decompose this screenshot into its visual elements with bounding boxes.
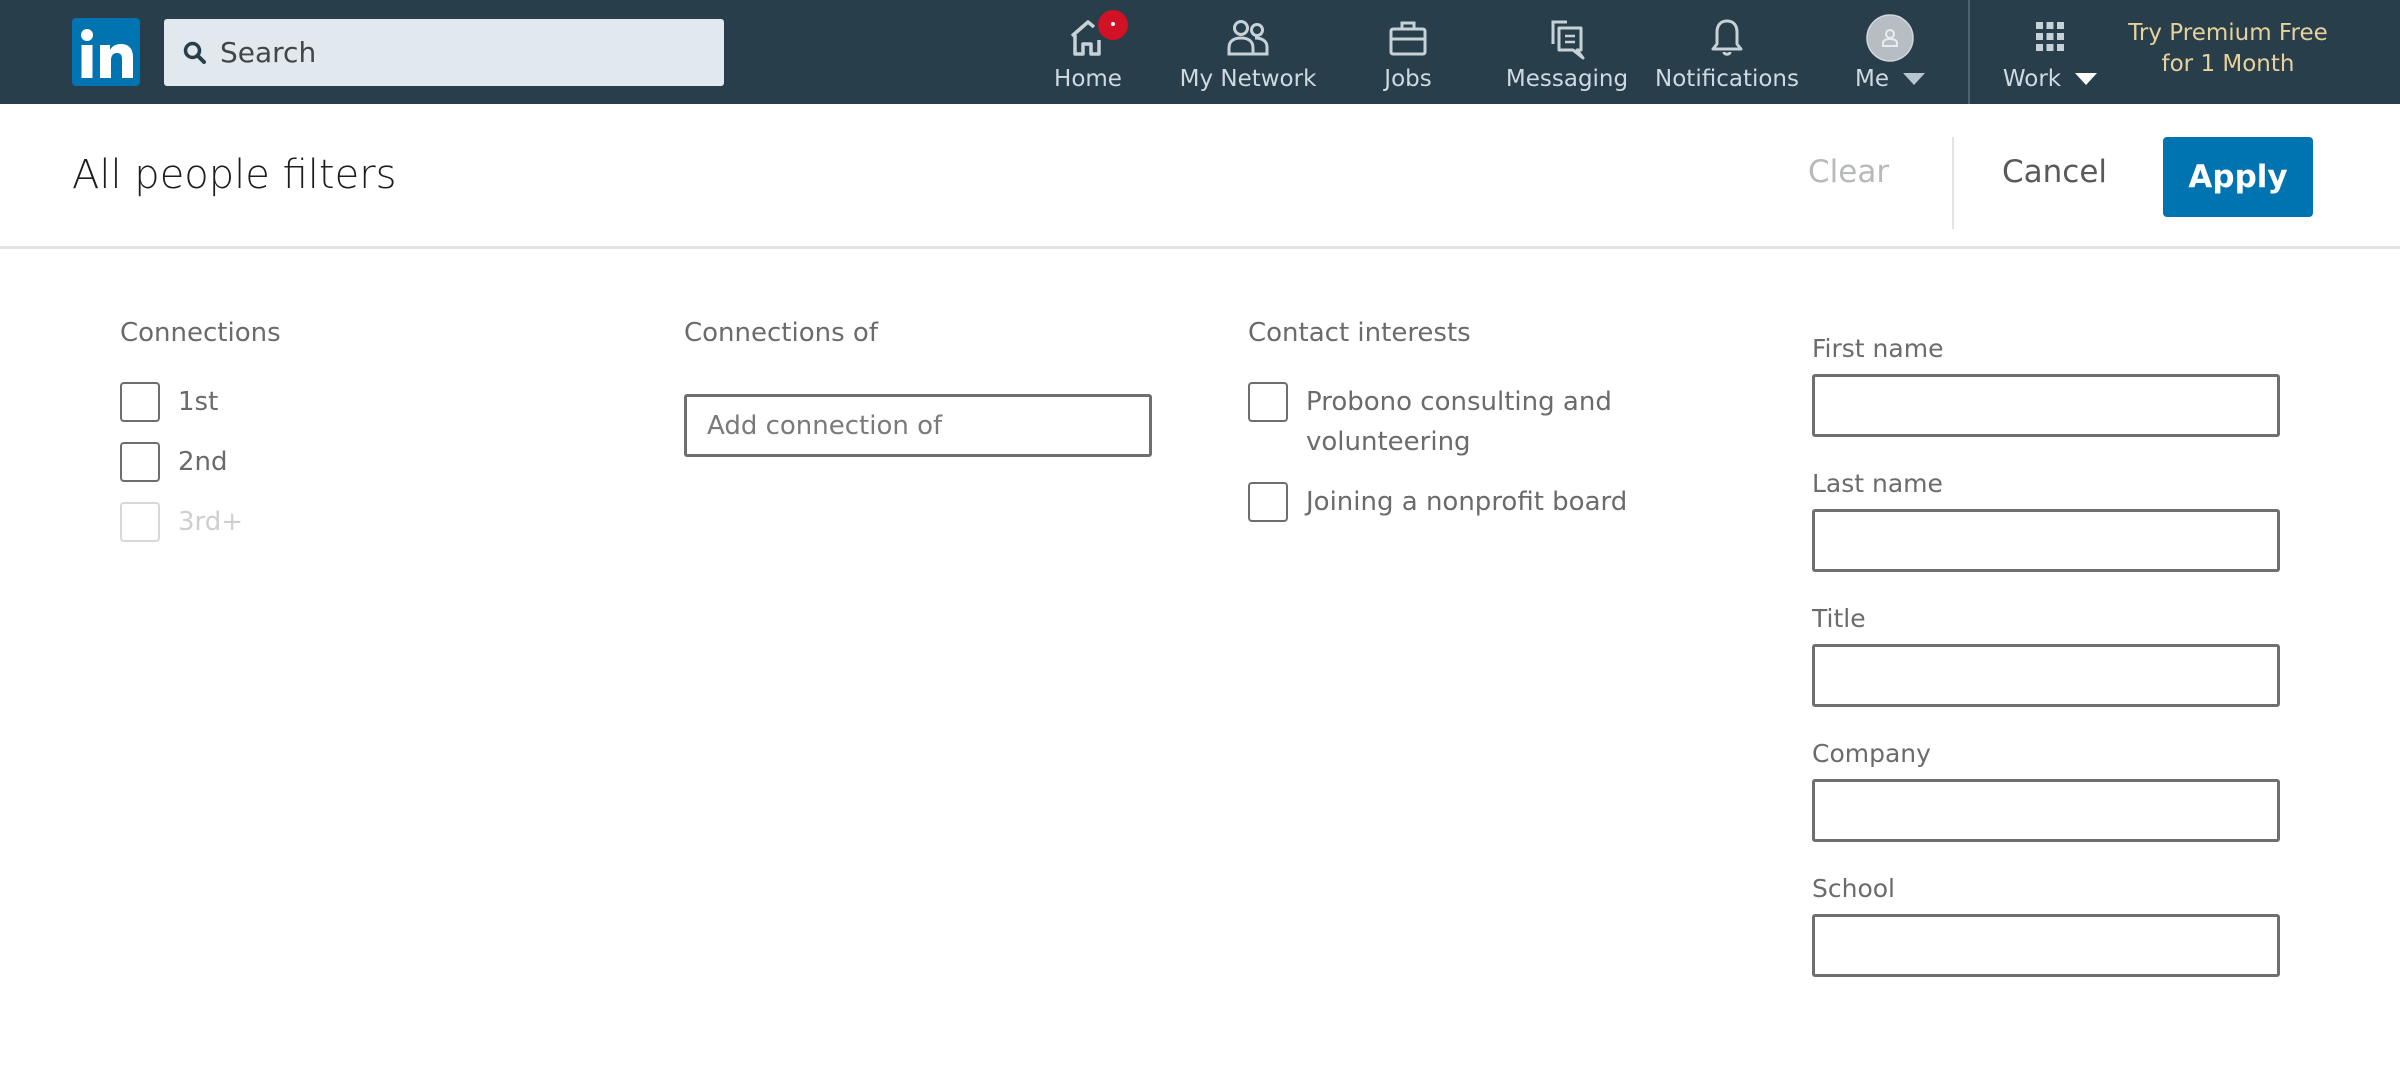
checkbox [120, 502, 160, 542]
premium-line-2: for 1 Month [2161, 51, 2295, 77]
grid-icon [2026, 14, 2074, 62]
nav-divider [1968, 0, 1970, 104]
school-input[interactable] [1812, 914, 2280, 977]
nav-item-messaging[interactable]: Messaging [1505, 14, 1629, 98]
checkbox[interactable] [1248, 382, 1288, 422]
connections-of-section: Connections of [684, 318, 1184, 457]
last-name-input[interactable] [1812, 509, 2280, 572]
checkbox-label: Joining a nonprofit board [1306, 487, 1628, 517]
checkbox-probono[interactable]: Probono consulting and volunteering [1248, 382, 1748, 462]
nav-item-me[interactable]: Me [1845, 14, 1935, 98]
nav-label: Home [1054, 66, 1122, 92]
nav-item-jobs[interactable]: Jobs [1372, 14, 1444, 98]
nav-label: Jobs [1384, 66, 1432, 92]
filters-header: All people filters Clear Cancel Apply [0, 104, 2400, 249]
nav-item-home[interactable]: Home [1052, 10, 1128, 98]
checkbox-3rd-plus: 3rd+ [120, 502, 620, 542]
checkbox-label: 1st [178, 387, 219, 417]
global-nav: Home My Network Jobs [0, 0, 2400, 104]
search-box[interactable] [164, 19, 724, 86]
section-label: Connections [120, 318, 281, 348]
contact-interests-section: Contact interests Probono consulting and… [1248, 318, 1748, 522]
connections-of-input[interactable] [684, 394, 1152, 457]
chevron-down-icon [1903, 73, 1925, 85]
cancel-button[interactable]: Cancel [2002, 154, 2107, 190]
checkbox-label: 3rd+ [178, 507, 244, 537]
keyword-fields-section: First name Last name Title Company Schoo… [1812, 334, 2312, 1009]
header-divider [1952, 137, 1954, 229]
checkbox-label: 2nd [178, 447, 228, 477]
chevron-down-icon [2075, 73, 2098, 85]
section-label: Contact interests [1248, 318, 1471, 348]
work-label: Work [2002, 66, 2062, 92]
first-name-label: First name [1812, 334, 1944, 363]
premium-line-1: Try Premium Free [2128, 20, 2328, 46]
nav-label: Notifications [1655, 66, 1799, 92]
clear-button[interactable]: Clear [1808, 154, 1889, 190]
section-label: Connections of [684, 318, 878, 348]
page-title: All people filters [72, 152, 397, 198]
nav-item-my-network[interactable]: My Network [1178, 14, 1318, 98]
search-icon [183, 41, 206, 64]
nav-item-work[interactable]: Work [1995, 14, 2105, 98]
school-label: School [1812, 874, 1895, 903]
checkbox[interactable] [120, 382, 160, 422]
nav-label: Me [1855, 66, 1925, 92]
title-input[interactable] [1812, 644, 2280, 707]
notification-badge [1098, 10, 1128, 40]
search-input[interactable] [220, 36, 700, 69]
home-icon [1064, 10, 1128, 62]
linkedin-logo[interactable] [72, 18, 140, 86]
try-premium-link[interactable]: Try Premium Free for 1 Month [2118, 18, 2338, 80]
linkedin-logo-icon [81, 29, 133, 78]
nav-label: Work [2002, 66, 2098, 92]
messaging-icon [1543, 14, 1591, 62]
me-label: Me [1855, 66, 1889, 92]
avatar-icon [1866, 14, 1914, 62]
my-network-icon [1224, 14, 1272, 62]
checkbox-1st[interactable]: 1st [120, 382, 620, 422]
checkbox[interactable] [1248, 482, 1288, 522]
checkbox-label: Probono consulting and volunteering [1306, 387, 1612, 457]
title-label: Title [1812, 604, 1866, 633]
first-name-input[interactable] [1812, 374, 2280, 437]
connections-section: Connections 1st 2nd 3rd+ [120, 318, 620, 542]
checkbox[interactable] [120, 442, 160, 482]
nav-item-notifications[interactable]: Notifications [1655, 14, 1799, 98]
apply-button[interactable]: Apply [2163, 137, 2313, 217]
checkbox-nonprofit-board[interactable]: Joining a nonprofit board [1248, 482, 1748, 522]
last-name-label: Last name [1812, 469, 1943, 498]
nav-label: Messaging [1505, 66, 1629, 92]
jobs-briefcase-icon [1384, 14, 1432, 62]
company-label: Company [1812, 739, 1931, 768]
nav-label: My Network [1179, 66, 1317, 92]
notifications-bell-icon [1703, 14, 1751, 62]
checkbox-2nd[interactable]: 2nd [120, 442, 620, 482]
company-input[interactable] [1812, 779, 2280, 842]
